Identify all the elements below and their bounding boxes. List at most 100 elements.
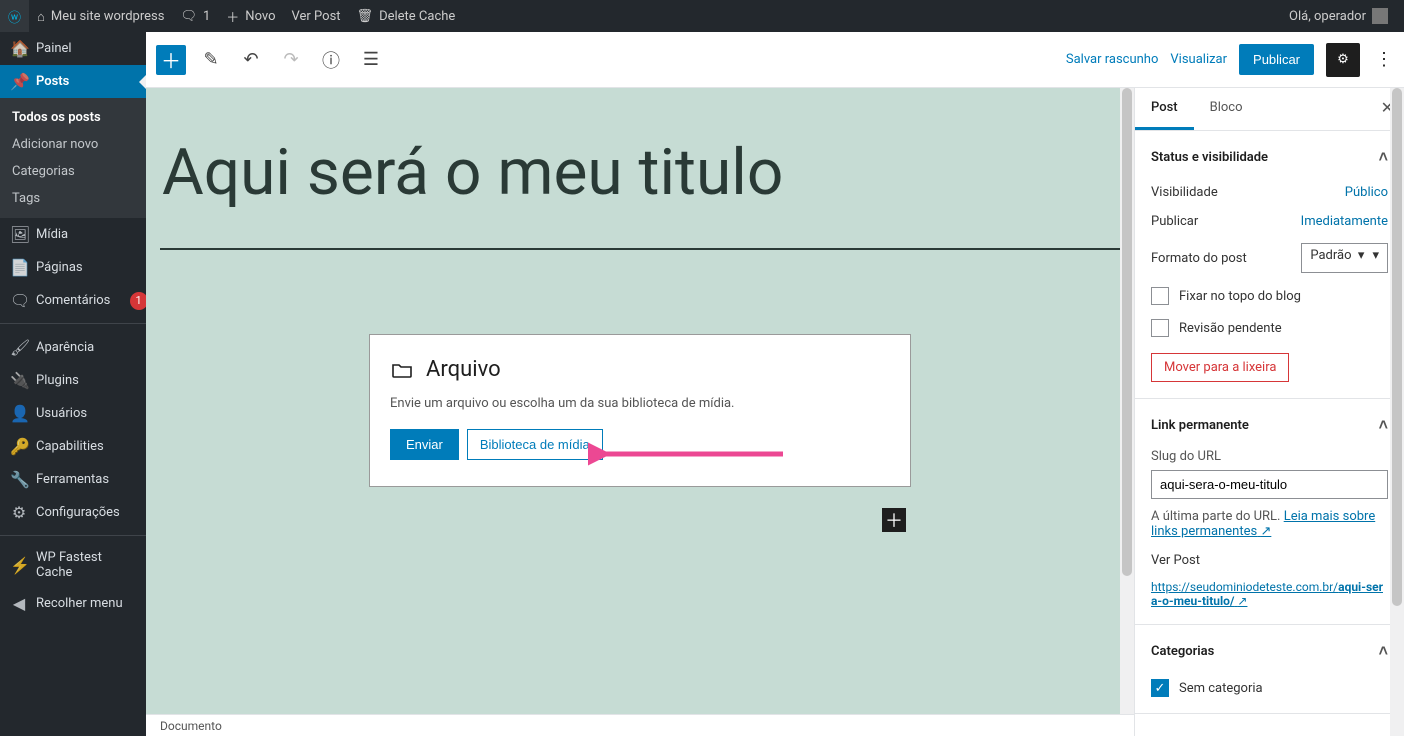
user-icon: 👤: [10, 404, 28, 423]
comment-icon: 🗨: [180, 8, 197, 24]
info-button[interactable]: ⓘ: [316, 43, 346, 77]
publish-value[interactable]: Imediatamente: [1301, 214, 1388, 229]
sidebar-item-posts[interactable]: 📌Posts: [0, 65, 146, 98]
visibility-row: Visibilidade Público: [1151, 185, 1388, 200]
post-format-value: Padrão: [1310, 248, 1351, 263]
sidebar-item-wpfc[interactable]: ⚡WP Fastest Cache: [0, 543, 146, 587]
post-title[interactable]: Aqui será o meu titulo: [162, 138, 1120, 208]
permalink-url[interactable]: https://seudominiodeteste.com.br/aqui-se…: [1151, 580, 1388, 608]
panel-header[interactable]: Link permanente˄: [1151, 411, 1388, 439]
chevron-up-icon: ˄: [1379, 147, 1388, 167]
settings-sidebar: Post Bloco ✕ Status e visibilidade˄ Visi…: [1134, 88, 1404, 736]
permalink-description: A última parte do URL. Leia mais sobre l…: [1151, 509, 1388, 539]
breadcrumb-item[interactable]: Documento: [160, 719, 222, 733]
wp-logo[interactable]: ⓦ: [0, 0, 29, 32]
sidebar-item-dashboard[interactable]: 🏠Painel: [0, 32, 146, 65]
submenu-all-posts[interactable]: Todos os posts: [0, 104, 146, 131]
sidebar-label: Recolher menu: [36, 596, 123, 611]
page-icon: 📄: [10, 258, 28, 277]
new-label: Novo: [245, 9, 275, 24]
account-menu[interactable]: Olá, operador: [1281, 0, 1396, 32]
settings-tabs: Post Bloco ✕: [1135, 88, 1404, 131]
panel-title: Categorias: [1151, 644, 1214, 659]
site-name[interactable]: ⌂Meu site wordpress: [29, 0, 172, 32]
delete-cache[interactable]: 🗑Delete Cache: [349, 0, 464, 32]
checkbox[interactable]: [1151, 319, 1169, 337]
panel-header[interactable]: Categorias ˄: [1151, 637, 1388, 665]
stick-checkbox-row[interactable]: Fixar no topo do blog: [1151, 287, 1388, 305]
sidebar-label: Configurações: [36, 505, 120, 520]
separator-block[interactable]: [160, 248, 1120, 250]
visibility-value[interactable]: Público: [1345, 185, 1388, 200]
category-uncategorized[interactable]: ✓Sem categoria: [1151, 679, 1388, 697]
sidebar-label: Posts: [36, 74, 69, 89]
sidebar-item-appearance[interactable]: 🖌Aparência: [0, 331, 146, 364]
add-block-button[interactable]: ＋: [156, 45, 186, 75]
undo-button[interactable]: ↶: [236, 43, 266, 77]
sidebar-collapse[interactable]: ◀Recolher menu: [0, 587, 146, 620]
file-block-description: Envie um arquivo ou escolha um da sua bi…: [390, 396, 890, 411]
sidebar-label: Painel: [36, 41, 72, 56]
sidebar-separator: [0, 323, 146, 331]
sidebar-item-tools[interactable]: 🔧Ferramentas: [0, 463, 146, 496]
more-menu-button[interactable]: ⋮: [1372, 49, 1396, 70]
scrollbar-thumb[interactable]: [1122, 88, 1132, 576]
key-icon: 🔑: [10, 437, 28, 456]
view-post[interactable]: Ver Post: [284, 0, 349, 32]
checkbox-checked[interactable]: ✓: [1151, 679, 1169, 697]
info-icon: ⓘ: [322, 47, 340, 73]
sidebar-item-pages[interactable]: 📄Páginas: [0, 251, 146, 284]
save-draft-link[interactable]: Salvar rascunho: [1066, 52, 1159, 67]
sidebar-item-media[interactable]: 🖼Mídia: [0, 218, 146, 251]
sidebar-separator: [0, 535, 146, 543]
media-library-button[interactable]: Biblioteca de mídia: [467, 429, 603, 460]
sidebar-item-comments[interactable]: 🗨Comentários 1: [0, 284, 146, 317]
submenu-add-new[interactable]: Adicionar novo: [0, 131, 146, 158]
comments-link[interactable]: 🗨1: [172, 0, 218, 32]
editor-canvas[interactable]: Aqui será o meu titulo Arquivo Envie um …: [146, 88, 1134, 714]
panel-header[interactable]: Status e visibilidade˄: [1151, 143, 1388, 171]
file-block-placeholder[interactable]: Arquivo Envie um arquivo ou escolha um d…: [369, 334, 911, 487]
sidebar-item-settings[interactable]: ⚙Configurações: [0, 496, 146, 529]
move-to-trash-button[interactable]: Mover para a lixeira: [1151, 353, 1289, 382]
tab-post[interactable]: Post: [1135, 88, 1194, 130]
editor-toolbar-left: ＋ ✎ ↶ ↷ ⓘ ☰: [156, 43, 386, 77]
tab-block[interactable]: Bloco: [1194, 88, 1259, 130]
pending-checkbox-row[interactable]: Revisão pendente: [1151, 319, 1388, 337]
chevron-up-icon: ˄: [1379, 641, 1388, 661]
admin-bar-left: ⓦ ⌂Meu site wordpress 🗨1 ＋Novo Ver Post …: [0, 0, 463, 32]
upload-button[interactable]: Enviar: [390, 429, 459, 460]
undo-icon: ↶: [243, 49, 258, 70]
outline-button[interactable]: ☰: [356, 43, 386, 77]
comment-icon: 🗨: [10, 291, 28, 310]
greeting-label: Olá, operador: [1289, 9, 1366, 24]
plus-icon: ＋: [161, 45, 181, 74]
sidebar-label: Capabilities: [36, 439, 104, 454]
sidebar-item-users[interactable]: 👤 Usuários: [0, 397, 146, 430]
preview-link[interactable]: Visualizar: [1170, 52, 1227, 67]
post-format-select[interactable]: Padrão ▾: [1301, 243, 1388, 273]
editor-toolbar: ＋ ✎ ↶ ↷ ⓘ ☰ Salvar rascunho Visualizar P…: [146, 32, 1404, 88]
trash-icon: 🗑: [357, 8, 374, 24]
visibility-label: Visibilidade: [1151, 185, 1218, 200]
new-content[interactable]: ＋ Novo: [218, 0, 283, 32]
editor-toolbar-right: Salvar rascunho Visualizar Publicar ⚙ ⋮: [1066, 43, 1396, 77]
right-sidebar-scrollbar[interactable]: [1390, 88, 1404, 736]
sidebar-label: WP Fastest Cache: [36, 550, 136, 580]
sidebar-item-capabilities[interactable]: 🔑 Capabilities: [0, 430, 146, 463]
submenu-tags[interactable]: Tags: [0, 185, 146, 212]
redo-button[interactable]: ↷: [276, 43, 306, 77]
sidebar-label: Usuários: [36, 406, 87, 421]
submenu-categories[interactable]: Categorias: [0, 158, 146, 185]
insert-block-button[interactable]: ＋: [882, 508, 906, 532]
plus-icon: ＋: [226, 7, 239, 26]
settings-button[interactable]: ⚙: [1326, 43, 1360, 77]
scrollbar-thumb[interactable]: [1392, 88, 1402, 606]
checkbox[interactable]: [1151, 287, 1169, 305]
publish-button[interactable]: Publicar: [1239, 44, 1314, 75]
canvas-scrollbar[interactable]: [1120, 88, 1134, 714]
sidebar-label: Comentários: [36, 293, 110, 308]
slug-input[interactable]: [1151, 470, 1388, 499]
sidebar-item-plugins[interactable]: 🔌Plugins: [0, 364, 146, 397]
edit-mode-button[interactable]: ✎: [196, 43, 226, 77]
